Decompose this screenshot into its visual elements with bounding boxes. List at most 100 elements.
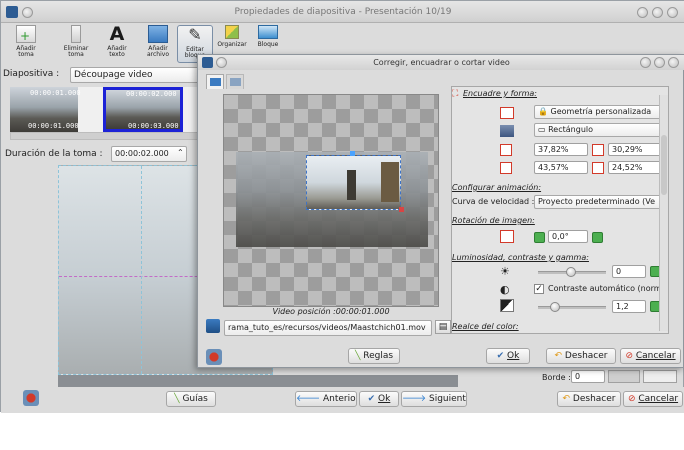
geometry-combo[interactable]: 🔒 Geometría personalizada xyxy=(534,105,662,119)
x-spinbox[interactable]: 37,82% xyxy=(534,143,588,156)
gamma-slider[interactable] xyxy=(538,302,606,312)
app-logo-icon xyxy=(23,390,39,406)
rotate-left-icon[interactable] xyxy=(534,232,545,243)
dialog-cancel-button[interactable]: ⊘ Cancelar xyxy=(620,348,681,364)
previous-button[interactable]: 🡐 Anterior xyxy=(295,391,357,407)
add-text-icon: A xyxy=(109,23,125,45)
guides-button[interactable]: ╲ Guías xyxy=(166,391,216,407)
brightness-icon: ☀ xyxy=(500,265,510,278)
guide-line-vertical xyxy=(141,166,142,374)
main-title: Propiedades de diapositiva - Presentació… xyxy=(234,7,452,17)
border-style-button[interactable] xyxy=(643,370,677,383)
settings-panel: ⛶ Encuadre y forma: 🔒 Geometría personal… xyxy=(451,86,669,334)
arrow-right-icon: 🡒 xyxy=(402,394,429,404)
gamma-slider-knob[interactable] xyxy=(550,302,560,312)
dialog-ok-button[interactable]: ✔ Ok xyxy=(486,348,530,364)
brightness-slider[interactable] xyxy=(538,267,606,277)
shape-icon xyxy=(500,125,514,137)
duration-spin-icon[interactable]: ⌃ xyxy=(177,148,184,157)
slide-row: Diapositiva : Découpage video xyxy=(1,66,206,84)
dialog-cancel-icon: ⊘ xyxy=(625,351,636,361)
video-position-label: Video posición :00:00:01.000 xyxy=(272,307,390,316)
cancel-button[interactable]: ⊘ Cancelar xyxy=(623,391,683,407)
app-icon xyxy=(6,6,18,18)
checkmark-icon: ✔ xyxy=(367,394,379,404)
crop-handle-corner[interactable] xyxy=(399,207,404,212)
dialog-minimize-button[interactable] xyxy=(654,57,665,68)
height-spinbox[interactable]: 24,52% xyxy=(608,161,662,174)
add-file-button[interactable]: Añadir archivo xyxy=(140,25,176,63)
rotate-right-icon[interactable] xyxy=(592,232,603,243)
speed-curve-label: Curva de velocidad : xyxy=(452,197,535,206)
help-button[interactable] xyxy=(637,7,648,18)
dialog-help-button[interactable] xyxy=(640,57,651,68)
next-button[interactable]: 🡒 Siguiente xyxy=(401,391,467,407)
height-icon xyxy=(592,162,604,174)
dialog-undo-button[interactable]: ↶ Deshacer xyxy=(546,348,616,364)
statue-left xyxy=(347,170,356,200)
position-x-icon xyxy=(500,144,512,156)
animation-section-title: Configurar animación: xyxy=(452,183,542,192)
add-file-icon xyxy=(148,25,168,43)
border-color-button[interactable] xyxy=(608,370,640,383)
thumbnail-2-selected[interactable]: 00:00:02.000 00:00:03.000 xyxy=(103,87,183,132)
file-path-field[interactable]: rama_tuto_es/recursos/videos/Maastchich0… xyxy=(224,320,432,336)
main-button-bar: ╲ Guías 🡐 Anterior ✔ Ok 🡒 Siguiente ↶ De… xyxy=(1,387,684,413)
border-label: Borde : xyxy=(542,373,571,382)
undo-button[interactable]: ↶ Deshacer xyxy=(557,391,621,407)
crop-canvas[interactable] xyxy=(223,94,439,307)
thumbnail-scroll-thumb[interactable] xyxy=(11,133,201,139)
close-button[interactable] xyxy=(667,7,678,18)
main-title-bar: Propiedades de diapositiva - Presentació… xyxy=(1,1,684,23)
delete-clip-icon xyxy=(71,25,81,43)
brightness-spinbox[interactable]: 0 xyxy=(612,265,646,278)
thumbnail-scrollbar[interactable] xyxy=(10,132,205,140)
crop-selection[interactable] xyxy=(306,155,401,210)
video-file-icon xyxy=(206,319,220,333)
slide-name-field[interactable]: Découpage video xyxy=(70,67,204,83)
lock-icon: 🔒 xyxy=(538,107,551,116)
auto-contrast-checkbox[interactable]: ✓ xyxy=(534,284,544,294)
y-spinbox[interactable]: 43,57% xyxy=(534,161,588,174)
contrast-icon: ◐ xyxy=(500,283,510,296)
crop-handle-top[interactable] xyxy=(350,151,355,156)
browse-folder-icon[interactable]: ▤ xyxy=(435,320,451,334)
duration-label: Duración de la toma : xyxy=(5,149,103,159)
thumbnail-1[interactable]: 00:00:01.000 00:00:01.000 xyxy=(10,87,81,132)
add-text-button[interactable]: A Añadir texto xyxy=(99,25,135,63)
width-spinbox[interactable]: 30,29% xyxy=(608,143,662,156)
gamma-spinbox[interactable]: 1,2 xyxy=(612,300,646,313)
shape-combo[interactable]: ▭ Rectángulo xyxy=(534,123,662,137)
add-clip-button[interactable]: + Añadir toma xyxy=(8,25,44,63)
undo-icon: ↶ xyxy=(562,394,573,404)
rules-icon: ╲ xyxy=(354,351,364,361)
border-spinbox[interactable]: 0 xyxy=(571,370,605,383)
duration-spinbox[interactable]: 00:00:02.000 xyxy=(111,146,187,162)
rectangle-shape-icon: ▭ xyxy=(538,125,549,134)
position-y-icon xyxy=(500,162,512,174)
rules-button[interactable]: ╲ Reglas xyxy=(348,348,400,364)
geometry-icon xyxy=(500,107,514,119)
speed-curve-combo[interactable]: Proyecto predeterminado (Ve xyxy=(534,195,662,209)
brightness-slider-knob[interactable] xyxy=(566,267,576,277)
dialog-pin-button[interactable] xyxy=(216,57,227,68)
panel-scroll-thumb[interactable] xyxy=(661,135,667,195)
delete-clip-button[interactable]: Eliminar toma xyxy=(58,25,94,63)
pin-button[interactable] xyxy=(22,7,33,18)
rotation-spinbox[interactable]: 0,0° xyxy=(548,230,588,243)
dialog-title-bar: Corregir, encuadrar o cortar video xyxy=(198,55,684,70)
thumbnail-strip: 00:00:01.000 00:00:01.000 00:00:02.000 0… xyxy=(10,87,205,132)
tower-right xyxy=(381,162,399,202)
dialog-close-button[interactable] xyxy=(668,57,679,68)
tab-video[interactable] xyxy=(206,74,224,89)
block-icon xyxy=(258,25,278,39)
dialog-title: Corregir, encuadrar o cortar video xyxy=(373,58,510,67)
ok-button[interactable]: ✔ Ok xyxy=(359,391,399,407)
rotation-icon xyxy=(500,230,514,243)
dialog-checkmark-icon: ✔ xyxy=(496,351,508,361)
slide-label: Diapositiva : xyxy=(3,69,60,79)
minimize-button[interactable] xyxy=(652,7,663,18)
tab-image[interactable] xyxy=(226,74,244,89)
panel-scrollbar[interactable] xyxy=(659,95,668,331)
gamma-icon xyxy=(500,299,514,312)
